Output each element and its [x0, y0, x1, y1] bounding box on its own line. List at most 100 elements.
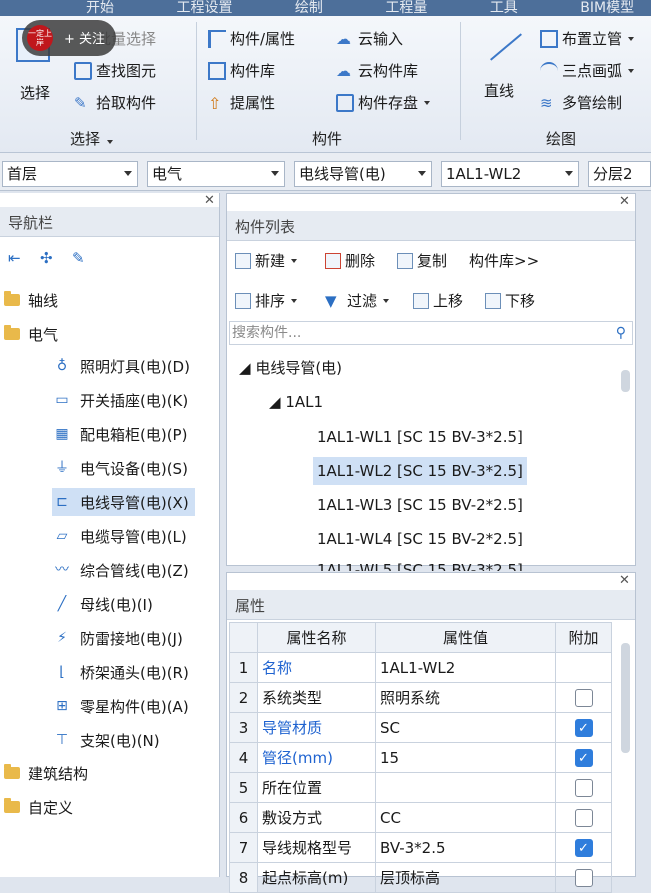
- component-row[interactable]: 1AL1-WL2 [SC 15 BV-3*2.5]: [313, 457, 527, 485]
- pick-component-button[interactable]: ✎ 拾取构件: [74, 92, 156, 113]
- find-icon: [74, 61, 92, 80]
- move-up-button[interactable]: 上移: [413, 290, 463, 311]
- component-property-button[interactable]: 构件/属性: [208, 28, 295, 49]
- component-row[interactable]: 1AL1-WL4 [SC 15 BV-2*2.5]: [313, 525, 527, 553]
- table-row[interactable]: 1 名称 1AL1-WL2: [229, 652, 612, 683]
- expand-icon[interactable]: ✣: [40, 249, 53, 267]
- extra-cell: [555, 772, 612, 803]
- close-icon[interactable]: ✕: [204, 193, 215, 208]
- component-save-button[interactable]: 构件存盘: [336, 92, 431, 113]
- collapse-icon[interactable]: ⇤: [8, 249, 21, 267]
- sort-button[interactable]: 排序: [235, 290, 298, 311]
- tab-start[interactable]: 开始: [86, 0, 114, 16]
- header-value: 属性值: [375, 622, 556, 653]
- line-big-button[interactable]: 直线: [478, 26, 528, 106]
- new-button[interactable]: 新建: [235, 250, 298, 271]
- scrollbar[interactable]: [621, 370, 630, 392]
- extra-checkbox[interactable]: [574, 868, 593, 887]
- row-index: 1: [229, 652, 258, 683]
- extra-checkbox[interactable]: ✓: [574, 718, 593, 737]
- table-row[interactable]: 6 敷设方式 CC: [229, 802, 612, 833]
- three-point-arc-button[interactable]: 三点画弧: [540, 60, 635, 81]
- layer-select[interactable]: 分层2: [588, 161, 651, 187]
- nav-item[interactable]: ⊏ 电线导管(电)(X): [52, 488, 195, 516]
- scrollbar[interactable]: [621, 643, 630, 753]
- filter-button[interactable]: ▼ 过滤: [325, 290, 390, 311]
- close-icon[interactable]: ✕: [619, 194, 630, 209]
- tab-tools[interactable]: 工具: [490, 0, 518, 16]
- tab-draw[interactable]: 绘制: [295, 0, 323, 16]
- property-value[interactable]: CC: [375, 802, 556, 833]
- cloud-library-button[interactable]: ☁ 云构件库: [336, 60, 418, 81]
- nav-item[interactable]: 〰综合管线(电)(Z): [52, 556, 195, 584]
- nav-item[interactable]: ⏚ 电气设备(电)(S): [52, 454, 194, 482]
- nav-item[interactable]: ⊞ 零星构件(电)(A): [52, 692, 195, 720]
- component-row[interactable]: 1AL1-WL3 [SC 15 BV-2*2.5]: [313, 491, 527, 519]
- nav-item[interactable]: ♁ 照明灯具(电)(D): [52, 352, 196, 380]
- nav-item[interactable]: ⌊ 桥架通头(电)(R): [52, 658, 195, 686]
- property-value[interactable]: 照明系统: [375, 682, 556, 713]
- tree-folder-axis[interactable]: 轴线: [4, 286, 58, 314]
- extract-property-button[interactable]: ⇧ 提属性: [208, 92, 275, 113]
- component-row[interactable]: 1AL1-WL1 [SC 15 BV-3*2.5]: [313, 423, 527, 451]
- edit-icon[interactable]: ✎: [72, 249, 85, 267]
- property-value[interactable]: SC: [375, 712, 556, 743]
- tree-folder-electrical[interactable]: 电气: [4, 320, 58, 348]
- nav-item[interactable]: ⚡ 防雷接地(电)(J): [52, 624, 189, 652]
- tab-project-settings[interactable]: 工程设置: [176, 0, 232, 16]
- property-value[interactable]: BV-3*2.5: [375, 832, 556, 863]
- property-value[interactable]: 15: [375, 742, 556, 773]
- nav-item-label: 综合管线(电)(Z): [80, 561, 189, 580]
- tab-bim[interactable]: BIM模型: [580, 0, 634, 16]
- property-value[interactable]: 1AL1-WL2: [375, 652, 556, 683]
- component-library-link[interactable]: 构件库>>: [469, 250, 539, 271]
- component-row[interactable]: 1AL1-WL5 [SC 15 BV-3*2.5]: [313, 559, 527, 571]
- property-name: 系统类型: [257, 682, 376, 713]
- tree-group[interactable]: ◢ 1AL1: [269, 388, 323, 416]
- extra-checkbox[interactable]: [574, 808, 593, 827]
- delete-button[interactable]: 删除: [325, 250, 375, 271]
- discipline-select[interactable]: 电气: [147, 161, 285, 187]
- component-type-select[interactable]: 电线导管(电): [294, 161, 432, 187]
- table-row[interactable]: 5 所在位置: [229, 772, 612, 803]
- extra-checkbox[interactable]: ✓: [574, 748, 593, 767]
- table-row[interactable]: 4 管径(mm) 15 ✓: [229, 742, 612, 773]
- tree-folder-building[interactable]: 建筑结构: [4, 759, 88, 787]
- extra-checkbox[interactable]: [574, 778, 593, 797]
- find-element-button[interactable]: 查找图元: [74, 60, 156, 81]
- copy-button[interactable]: 复制: [397, 250, 447, 271]
- cloud-input-button[interactable]: ☁ 云输入: [336, 28, 403, 49]
- nav-item[interactable]: ▱ 电缆导管(电)(L): [52, 522, 193, 550]
- floor-select[interactable]: 首层: [2, 161, 138, 187]
- property-table: 属性名称 属性值 附加 1 名称 1AL1-WL2 2 系统类型 照明系统 3 导管材质 SC ✓…: [229, 622, 612, 893]
- extra-checkbox[interactable]: [574, 688, 593, 707]
- property-value[interactable]: 层顶标高: [375, 862, 556, 893]
- close-icon[interactable]: ✕: [619, 573, 630, 588]
- nav-item[interactable]: ⊤ 支架(电)(N): [52, 726, 166, 754]
- tree-root[interactable]: ◢ 电线导管(电): [239, 354, 342, 382]
- place-riser-button[interactable]: 布置立管: [540, 28, 635, 49]
- follow-badge[interactable]: 一定上岸 + 关注: [22, 20, 116, 56]
- table-row[interactable]: 2 系统类型 照明系统: [229, 682, 612, 713]
- property-value[interactable]: [375, 772, 556, 803]
- tree-folder-custom[interactable]: 自定义: [4, 793, 73, 821]
- extra-checkbox[interactable]: ✓: [574, 838, 593, 857]
- select-group-label[interactable]: 选择: [70, 128, 113, 149]
- component-select[interactable]: 1AL1-WL2: [441, 161, 579, 187]
- extra-cell: [555, 862, 612, 893]
- table-row[interactable]: 8 起点标高(m) 层顶标高: [229, 862, 612, 893]
- nav-item[interactable]: ▦ 配电箱柜(电)(P): [52, 420, 193, 448]
- row-index: 3: [229, 712, 258, 743]
- component-library-button[interactable]: 构件库: [208, 60, 275, 81]
- search-input[interactable]: 搜索构件... ⚲: [229, 321, 633, 345]
- nav-item[interactable]: ▭ 开关插座(电)(K): [52, 386, 194, 414]
- search-icon: ⚲: [615, 325, 626, 341]
- table-row[interactable]: 7 导线规格型号 BV-3*2.5 ✓: [229, 832, 612, 863]
- table-row[interactable]: 3 导管材质 SC ✓: [229, 712, 612, 743]
- title-strip: 开始 工程设置 绘制 工程量 工具 BIM模型: [0, 0, 651, 16]
- nav-item[interactable]: ╱ 母线(电)(I): [52, 590, 159, 618]
- select-label: 选择: [20, 84, 51, 102]
- tab-quantity[interactable]: 工程量: [385, 0, 427, 16]
- multi-pipe-draw-button[interactable]: ≋ 多管绘制: [540, 92, 622, 113]
- move-down-button[interactable]: 下移: [485, 290, 535, 311]
